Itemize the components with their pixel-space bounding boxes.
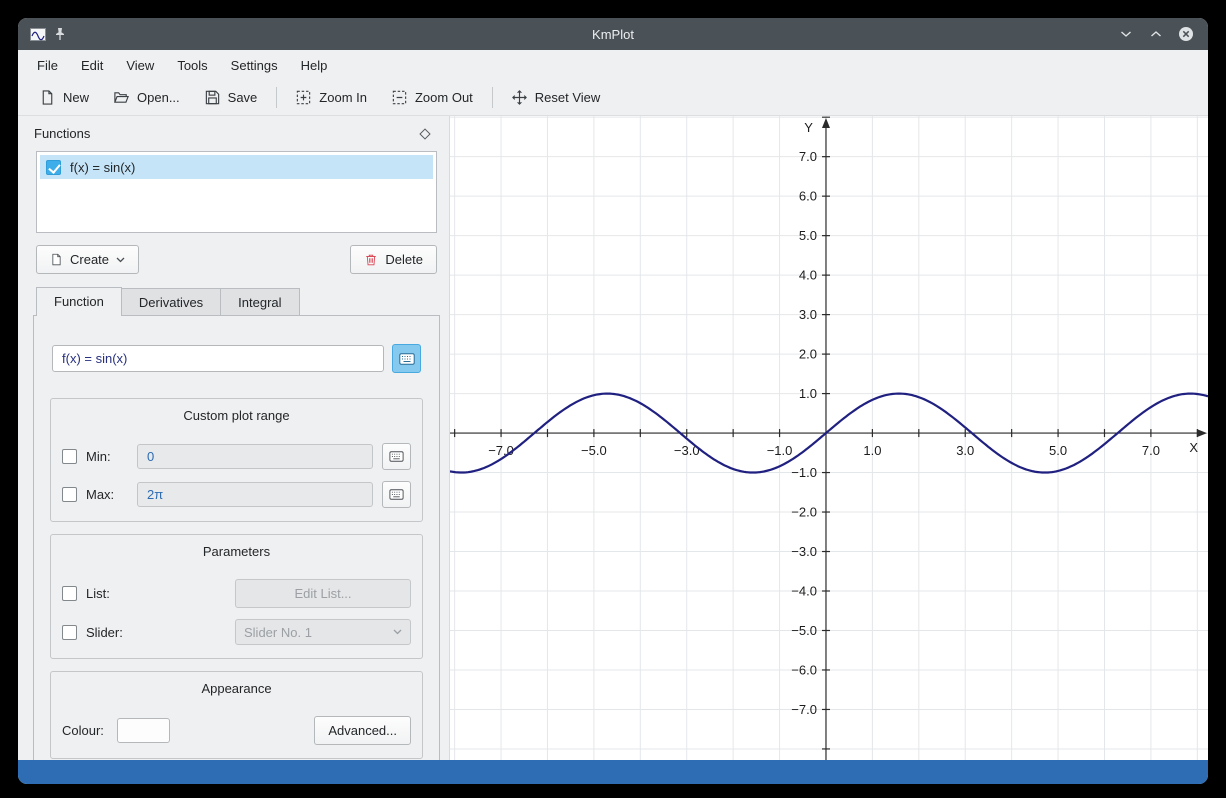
app-icon <box>30 28 46 41</box>
new-function-icon <box>50 252 63 267</box>
svg-text:2.0: 2.0 <box>799 347 817 362</box>
open-folder-icon <box>113 89 130 106</box>
max-editor-button[interactable] <box>382 481 411 508</box>
list-checkbox[interactable] <box>62 586 77 601</box>
toolbar-separator <box>276 87 277 108</box>
svg-text:−7.0: −7.0 <box>488 443 514 458</box>
svg-text:−1.0: −1.0 <box>767 443 793 458</box>
menu-settings[interactable]: Settings <box>222 53 287 78</box>
svg-text:7.0: 7.0 <box>799 149 817 164</box>
menubar: FileEditViewToolsSettingsHelp <box>18 50 1208 80</box>
max-checkbox[interactable] <box>62 487 77 502</box>
reset-view-icon <box>511 89 528 106</box>
toolbar-separator <box>492 87 493 108</box>
plot-canvas: −7.0 −5.0 −3.0 −1.0 1.0 3.0 5.0 7.0 −7.0 −6.0 −5.0… <box>450 116 1208 760</box>
svg-text:1.0: 1.0 <box>863 443 881 458</box>
toolbar-zoom-out-button[interactable]: Zoom Out <box>382 84 482 111</box>
create-button[interactable]: Create <box>36 245 139 274</box>
maximize-button[interactable] <box>1146 24 1166 44</box>
shade-button[interactable] <box>1116 24 1136 44</box>
toolbar-zoom-in-button[interactable]: Zoom In <box>286 84 376 111</box>
edit-list-button: Edit List... <box>235 579 411 608</box>
new-document-icon <box>39 89 56 106</box>
menu-file[interactable]: File <box>28 53 67 78</box>
bottom-bar <box>18 760 1208 784</box>
svg-text:7.0: 7.0 <box>1142 443 1160 458</box>
svg-text:1.0: 1.0 <box>799 386 817 401</box>
zoom-out-icon <box>391 89 408 106</box>
custom-plot-range-group: Custom plot range Min: Max: <box>50 398 423 522</box>
appearance-group: Appearance Colour: Advanced... <box>50 671 423 759</box>
toolbar-open-button[interactable]: Open... <box>104 84 189 111</box>
menu-edit[interactable]: Edit <box>72 53 112 78</box>
slider-label: Slider: <box>86 625 123 640</box>
function-list-item-label: f(x) = sin(x) <box>70 160 135 175</box>
menu-help[interactable]: Help <box>292 53 337 78</box>
close-button[interactable] <box>1176 24 1196 44</box>
menu-view[interactable]: View <box>117 53 163 78</box>
svg-text:−1.0: −1.0 <box>791 465 817 480</box>
menu-tools[interactable]: Tools <box>168 53 216 78</box>
tab-integral[interactable]: Integral <box>220 288 299 315</box>
tab-derivatives[interactable]: Derivatives <box>121 288 221 315</box>
svg-text:−6.0: −6.0 <box>791 662 817 677</box>
plot-area[interactable]: −7.0 −5.0 −3.0 −1.0 1.0 3.0 5.0 7.0 −7.0 −6.0 −5.0… <box>450 116 1208 760</box>
svg-text:5.0: 5.0 <box>1049 443 1067 458</box>
svg-text:Y: Y <box>804 120 813 135</box>
delete-button[interactable]: Delete <box>350 245 437 274</box>
function-visible-checkbox[interactable] <box>46 160 61 175</box>
min-label: Min: <box>86 449 128 464</box>
function-tabs: Function Derivatives Integral <box>36 287 449 315</box>
pin-icon[interactable] <box>54 27 66 41</box>
chevron-down-icon <box>393 629 402 635</box>
zoom-in-icon <box>295 89 312 106</box>
trash-icon <box>364 252 378 267</box>
window-title: KmPlot <box>18 27 1208 42</box>
svg-text:−7.0: −7.0 <box>791 702 817 717</box>
dock-title: Functions <box>34 126 90 141</box>
functions-dock: Functions f(x) = sin(x) Create <box>18 116 450 760</box>
min-input <box>137 444 373 469</box>
svg-text:5.0: 5.0 <box>799 228 817 243</box>
min-editor-button[interactable] <box>382 443 411 470</box>
slider-checkbox[interactable] <box>62 625 77 640</box>
toolbar-new-button[interactable]: New <box>30 84 98 111</box>
toolbar: NewOpen...Save Zoom InZoom Out Reset View <box>18 80 1208 116</box>
parameters-group: Parameters List: Edit List... Slider: <box>50 534 423 659</box>
svg-text:−3.0: −3.0 <box>791 544 817 559</box>
titlebar[interactable]: KmPlot <box>18 18 1208 50</box>
function-list[interactable]: f(x) = sin(x) <box>36 151 437 233</box>
min-checkbox[interactable] <box>62 449 77 464</box>
desktop-background: KmPlot FileEditViewToolsSettingsHelp New… <box>0 0 1226 798</box>
tab-function[interactable]: Function <box>36 287 122 315</box>
svg-text:−5.0: −5.0 <box>791 623 817 638</box>
kmplot-window: KmPlot FileEditViewToolsSettingsHelp New… <box>18 18 1208 784</box>
svg-text:X: X <box>1189 440 1198 455</box>
equation-editor-button[interactable] <box>392 344 421 373</box>
svg-text:3.0: 3.0 <box>799 307 817 322</box>
colour-label: Colour: <box>62 723 104 738</box>
colour-picker-button[interactable] <box>117 718 170 743</box>
svg-text:−5.0: −5.0 <box>581 443 607 458</box>
function-list-item[interactable]: f(x) = sin(x) <box>40 155 433 179</box>
slider-combobox: Slider No. 1 <box>235 619 411 645</box>
toolbar-reset-view-button[interactable]: Reset View <box>502 84 610 111</box>
max-input <box>137 482 373 507</box>
svg-text:3.0: 3.0 <box>956 443 974 458</box>
svg-text:−4.0: −4.0 <box>791 584 817 599</box>
svg-text:−2.0: −2.0 <box>791 505 817 520</box>
save-icon <box>204 89 221 106</box>
list-label: List: <box>86 586 110 601</box>
dock-float-icon[interactable] <box>419 128 430 139</box>
toolbar-save-button[interactable]: Save <box>195 84 267 111</box>
svg-text:6.0: 6.0 <box>799 189 817 204</box>
advanced-button[interactable]: Advanced... <box>314 716 411 745</box>
equation-input[interactable] <box>52 345 384 372</box>
function-tab-panel: Custom plot range Min: Max: <box>33 315 440 760</box>
max-label: Max: <box>86 487 128 502</box>
svg-text:4.0: 4.0 <box>799 268 817 283</box>
chevron-down-icon <box>116 257 125 263</box>
